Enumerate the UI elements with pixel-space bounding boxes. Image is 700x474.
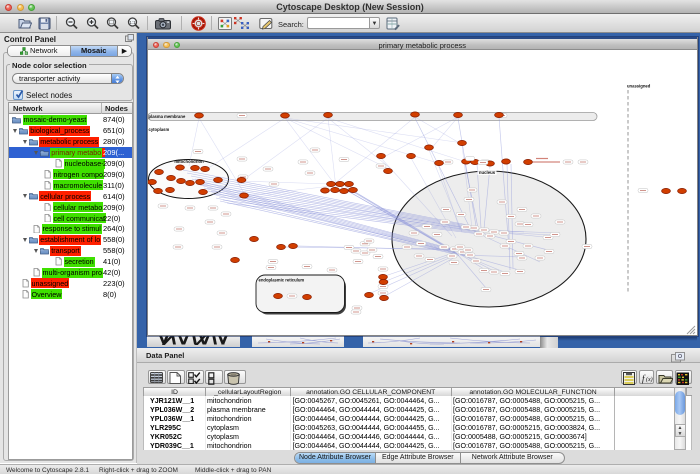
svg-text:nucleus: nucleus xyxy=(479,170,496,175)
svg-text:cytoplasm: cytoplasm xyxy=(149,127,170,132)
svg-text:(x): (x) xyxy=(646,376,653,383)
svg-text:plasma membrane: plasma membrane xyxy=(149,114,186,119)
svg-text:1:1: 1:1 xyxy=(129,20,136,25)
svg-text:endoplasmic reticulum: endoplasmic reticulum xyxy=(259,278,305,283)
svg-text:unassigned: unassigned xyxy=(627,84,651,89)
svg-text:mitochondrion: mitochondrion xyxy=(174,159,204,164)
